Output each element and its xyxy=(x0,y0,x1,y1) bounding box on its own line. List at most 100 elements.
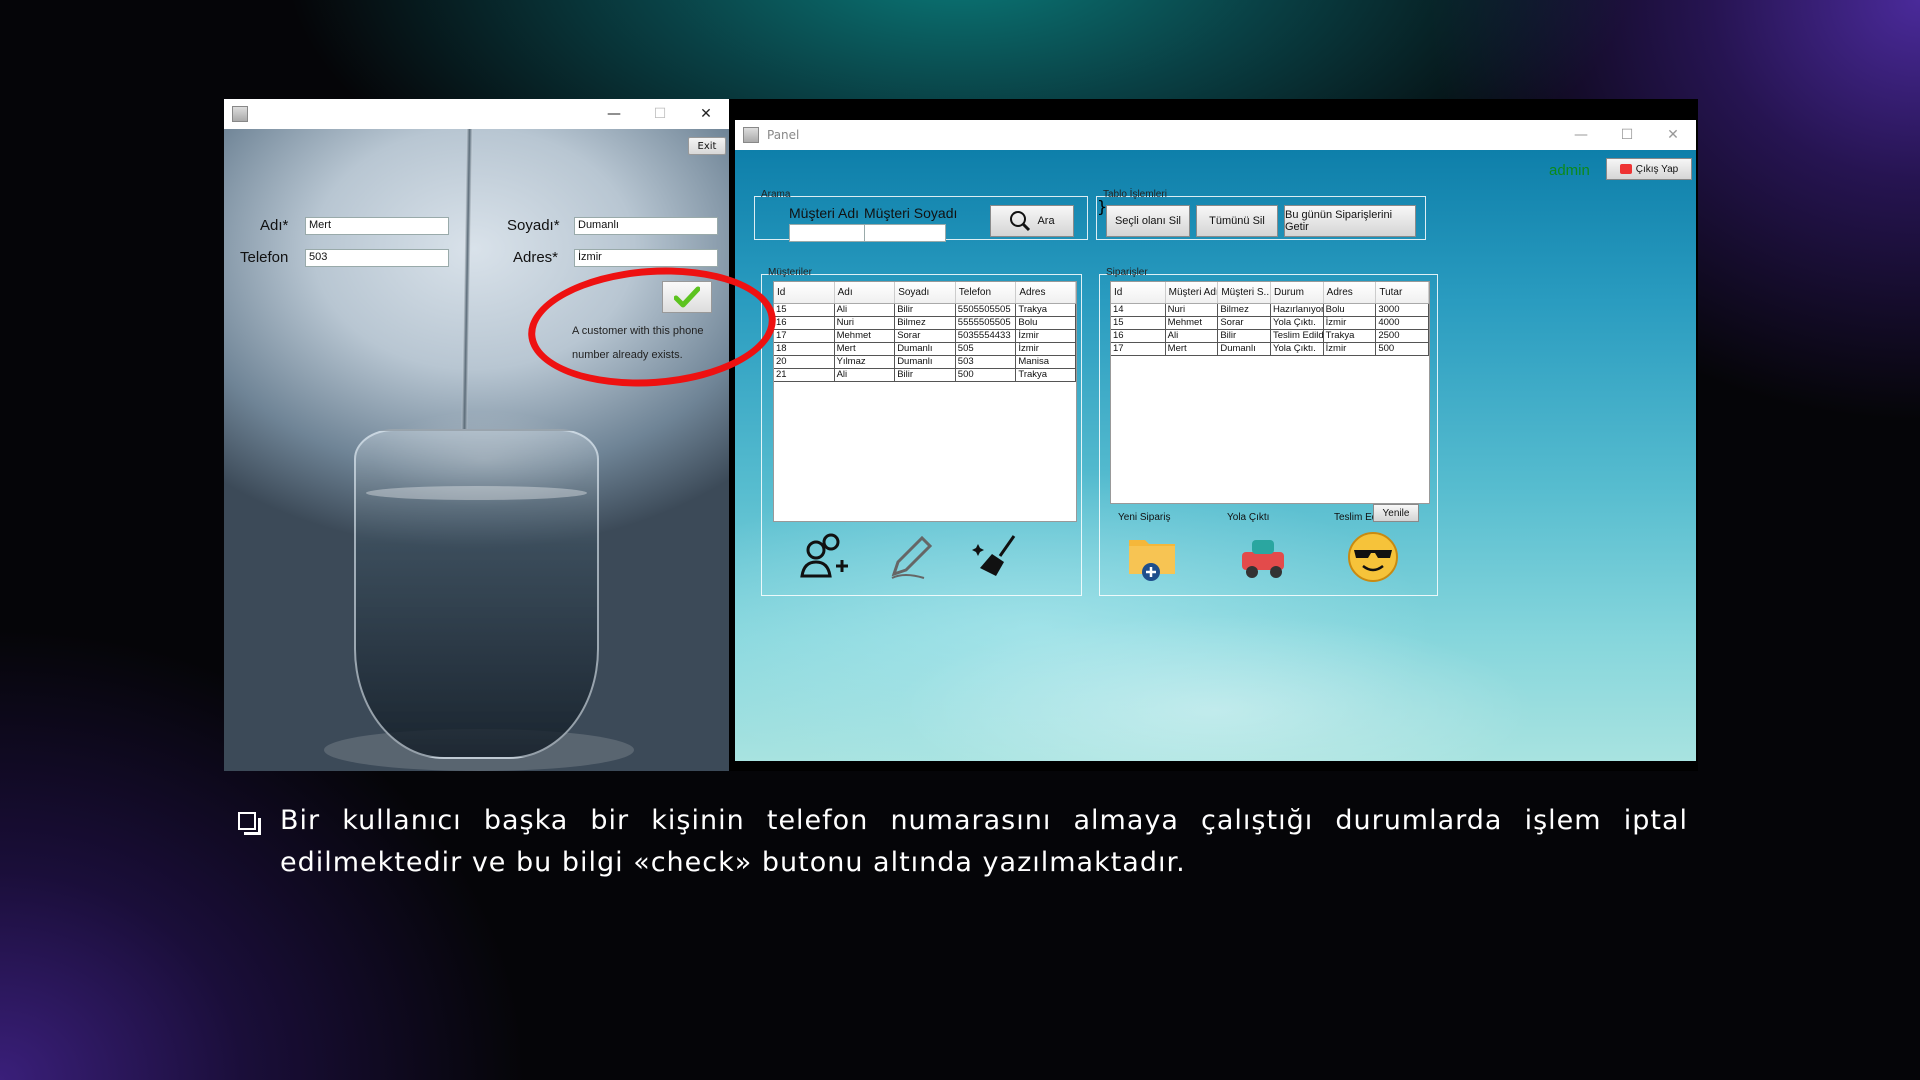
exit-button[interactable]: Exit xyxy=(688,137,726,155)
java-app-icon xyxy=(743,127,759,143)
column-header[interactable]: Tutar xyxy=(1376,282,1429,303)
table-row[interactable]: 14 Nuri Bilmez Hazırlanıyor. Bolu 3000 xyxy=(1111,304,1429,317)
table-cell: Trakya xyxy=(1016,369,1076,381)
delivered-smiley-icon[interactable] xyxy=(1346,530,1400,584)
water-stream xyxy=(461,129,473,429)
table-cell: Yılmaz xyxy=(835,356,896,368)
close-icon[interactable]: ✕ xyxy=(683,99,729,129)
column-header[interactable]: Id xyxy=(1111,282,1166,303)
table-row[interactable]: 18 Mert Dumanlı 505 İzmir xyxy=(774,343,1076,356)
table-cell: 14 xyxy=(1111,304,1166,316)
delete-all-button[interactable]: Tümünü Sil xyxy=(1196,205,1278,237)
column-header[interactable]: Müşteri Adı xyxy=(1166,282,1219,303)
table-cell: 21 xyxy=(774,369,835,381)
table-cell: 17 xyxy=(774,330,835,342)
table-cell: Yola Çıktı. xyxy=(1271,343,1324,355)
minimize-icon[interactable]: — xyxy=(591,99,637,129)
search-button-label: Ara xyxy=(1037,215,1055,227)
shipped-label: Yola Çıktı xyxy=(1227,512,1270,523)
table-cell: Manisa xyxy=(1016,356,1076,368)
table-cell: 4000 xyxy=(1376,317,1429,329)
table-cell: 16 xyxy=(774,317,835,329)
logout-button[interactable]: Çıkış Yap xyxy=(1606,158,1692,180)
orders-table[interactable]: Id Müşteri Adı Müşteri S... Durum Adres … xyxy=(1110,281,1430,504)
maximize-icon[interactable]: ☐ xyxy=(1604,120,1650,150)
table-cell: 15 xyxy=(1111,317,1166,329)
column-header[interactable]: Adres xyxy=(1016,282,1076,303)
table-row[interactable]: 16 Ali Bilir Teslim Edildi. Trakya 2500 xyxy=(1111,330,1429,343)
table-row[interactable]: 20 Yılmaz Dumanlı 503 Manisa xyxy=(774,356,1076,369)
table-cell: Sorar xyxy=(895,330,956,342)
edit-customer-icon[interactable] xyxy=(884,530,938,584)
column-header[interactable]: Id xyxy=(774,282,835,303)
table-row[interactable]: 17 Mehmet Sorar 5035554433 İzmir xyxy=(774,330,1076,343)
table-row[interactable]: 15 Ali Bilir 5505505505 Trakya xyxy=(774,304,1076,317)
phone-label: Telefon xyxy=(240,249,289,266)
right-titlebar: Panel — ☐ ✕ xyxy=(735,120,1696,150)
table-operations-group: Tablo İşlemleri Seçli olanı Sil Tümünü S… xyxy=(1096,189,1426,240)
column-header[interactable]: Adı xyxy=(835,282,896,303)
first-name-input[interactable]: Mert xyxy=(305,217,449,235)
table-cell: Ali xyxy=(1166,330,1219,342)
current-user-label: admin xyxy=(1549,162,1590,179)
table-cell: Trakya xyxy=(1324,330,1377,342)
customers-group-label: Müşteriler xyxy=(768,267,812,278)
table-cell: 15 xyxy=(774,304,835,316)
maximize-icon[interactable]: ☐ xyxy=(637,99,683,129)
search-first-name-input[interactable] xyxy=(789,224,875,242)
table-row[interactable]: 15 Mehmet Sorar Yola Çıktı. İzmir 4000 xyxy=(1111,317,1429,330)
column-header[interactable]: Durum xyxy=(1271,282,1324,303)
minimize-icon[interactable]: — xyxy=(1558,120,1604,150)
phone-input[interactable]: 503 xyxy=(305,249,449,267)
table-cell: 17 xyxy=(1111,343,1166,355)
search-group-label: Arama xyxy=(761,189,791,200)
column-header[interactable]: Soyadı xyxy=(895,282,956,303)
table-cell: Sorar xyxy=(1218,317,1271,329)
table-cell: Mert xyxy=(835,343,896,355)
orders-table-header: Id Müşteri Adı Müşteri S... Durum Adres … xyxy=(1111,282,1429,304)
new-order-folder-icon[interactable] xyxy=(1125,530,1179,584)
table-row[interactable]: 17 Mert Dumanlı Yola Çıktı. İzmir 500 xyxy=(1111,343,1429,356)
delivery-truck-icon[interactable] xyxy=(1236,530,1290,584)
underwater-background: admin Çıkış Yap Arama Müşteri Adı Müşter… xyxy=(735,150,1696,761)
customers-table-body: 15 Ali Bilir 5505505505 Trakya 16 Nuri Bilmez 55… xyxy=(774,304,1076,382)
table-cell: 505 xyxy=(956,343,1017,355)
table-cell: İzmir xyxy=(1016,343,1076,355)
today-orders-button[interactable]: Bu günün Siparişlerini Getir xyxy=(1284,205,1416,237)
last-name-input[interactable]: Dumanlı xyxy=(574,217,718,235)
table-cell: Bilmez xyxy=(1218,304,1271,316)
table-cell: 2500 xyxy=(1376,330,1429,342)
table-row[interactable]: 16 Nuri Bilmez 5555505505 Bolu xyxy=(774,317,1076,330)
close-icon[interactable]: ✕ xyxy=(1650,120,1696,150)
logout-icon xyxy=(1619,164,1632,174)
customer-last-name-label: Müşteri Soyadı xyxy=(864,205,958,221)
search-last-name-input[interactable] xyxy=(864,224,946,242)
address-input[interactable]: İzmir xyxy=(574,249,718,267)
table-cell: Dumanlı xyxy=(895,343,956,355)
table-cell: 3000 xyxy=(1376,304,1429,316)
table-cell: Mert xyxy=(1166,343,1219,355)
clear-broom-icon[interactable] xyxy=(970,530,1024,584)
customers-table[interactable]: Id Adı Soyadı Telefon Adres 15 Ali Bilir 55… xyxy=(773,281,1077,522)
table-cell: İzmir xyxy=(1324,343,1377,355)
new-order-label: Yeni Sipariş xyxy=(1118,512,1171,523)
add-customer-icon[interactable] xyxy=(798,530,852,584)
java-app-icon xyxy=(232,106,248,122)
customer-first-name-label: Müşteri Adı xyxy=(789,205,860,221)
refresh-button[interactable]: Yenile xyxy=(1373,504,1419,522)
column-header[interactable]: Telefon xyxy=(956,282,1017,303)
delete-selected-button[interactable]: Seçli olanı Sil xyxy=(1106,205,1190,237)
table-cell: Bilir xyxy=(895,304,956,316)
column-header[interactable]: Adres xyxy=(1324,282,1377,303)
column-header[interactable]: Müşteri S... xyxy=(1218,282,1271,303)
table-cell: Hazırlanıyor. xyxy=(1273,304,1324,316)
water-glass xyxy=(354,429,599,759)
search-button[interactable]: Ara xyxy=(990,205,1074,237)
table-cell: 20 xyxy=(774,356,835,368)
table-cell: 500 xyxy=(1376,343,1429,355)
first-name-label: Adı* xyxy=(260,217,289,234)
table-cell: 16 xyxy=(1111,330,1166,342)
table-cell: Nuri xyxy=(1166,304,1219,316)
table-row[interactable]: 21 Ali Bilir 500 Trakya xyxy=(774,369,1076,382)
table-cell: Trakya xyxy=(1016,304,1076,316)
